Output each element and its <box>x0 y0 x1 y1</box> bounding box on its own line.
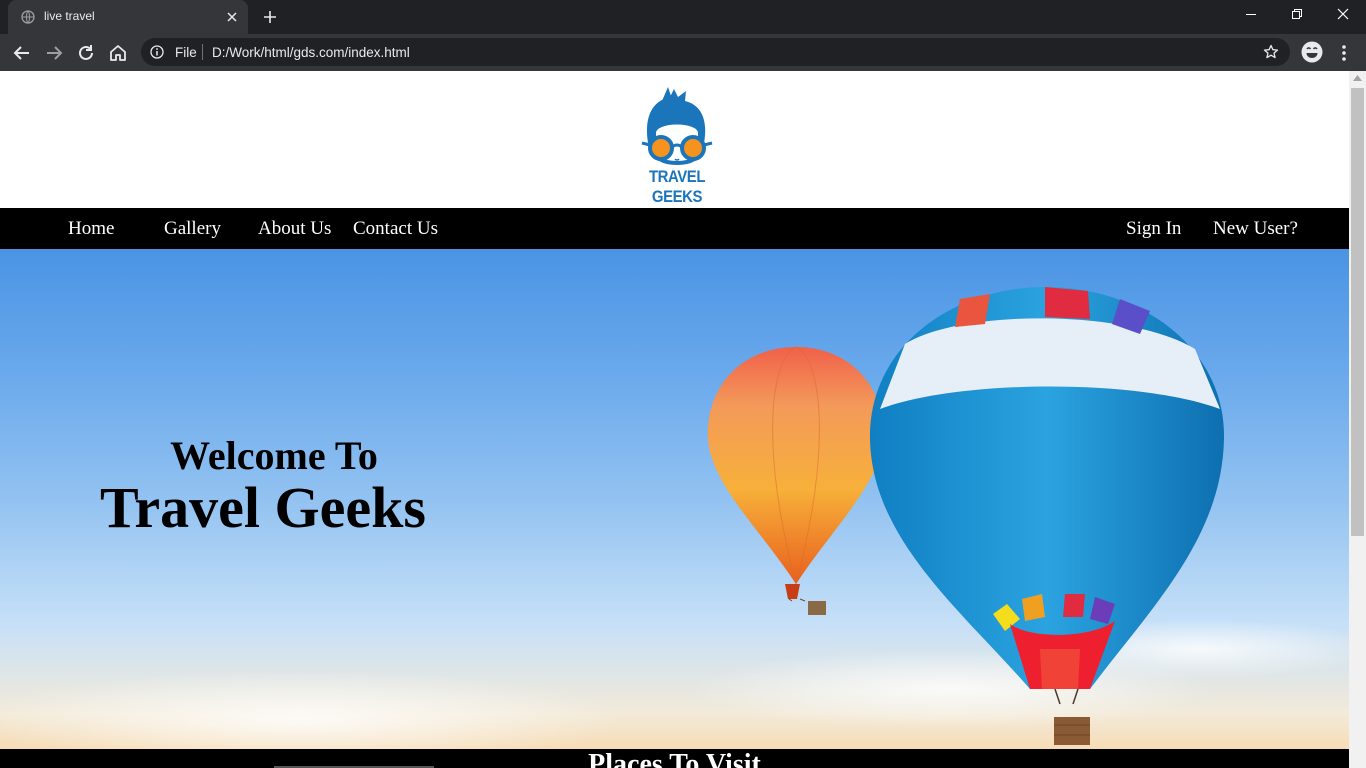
browser-menu-icon[interactable] <box>1337 43 1351 63</box>
info-icon[interactable] <box>150 45 164 59</box>
logo-text: TRAVEL GEEKS <box>648 167 706 206</box>
places-section-title: Places To Visit <box>588 749 761 768</box>
hero-welcome-text: Welcome To <box>170 433 378 478</box>
hero-banner: Welcome To Travel Geeks <box>0 249 1349 749</box>
site-header: TRAVEL GEEKS <box>0 71 1349 208</box>
new-tab-icon[interactable] <box>262 9 278 25</box>
nav-home[interactable]: Home <box>68 218 114 240</box>
nav-new-user[interactable]: New User? <box>1213 218 1298 240</box>
page-viewport: TRAVEL GEEKS Home Gallery About Us Conta… <box>0 71 1349 768</box>
window-minimize-button[interactable] <box>1228 0 1274 30</box>
url-separator <box>202 44 203 60</box>
page-scrollbar[interactable] <box>1349 71 1366 768</box>
browser-toolbar: File D:/Work/html/gds.com/index.html <box>0 34 1366 71</box>
home-icon[interactable] <box>108 43 128 63</box>
close-tab-icon[interactable] <box>225 10 239 24</box>
url-text[interactable]: D:/Work/html/gds.com/index.html <box>212 45 410 60</box>
nav-contact-us[interactable]: Contact Us <box>353 218 438 240</box>
browser-tab[interactable]: live travel <box>8 0 248 34</box>
address-bar[interactable]: File D:/Work/html/gds.com/index.html <box>141 38 1290 66</box>
window-close-button[interactable] <box>1320 0 1366 30</box>
scrollbar-thumb[interactable] <box>1351 88 1364 536</box>
bookmark-star-icon[interactable] <box>1263 44 1279 60</box>
nav-sign-in[interactable]: Sign In <box>1126 218 1181 240</box>
forward-arrow-icon[interactable] <box>44 43 64 63</box>
profile-avatar-icon[interactable] <box>1301 41 1323 63</box>
main-navigation: Home Gallery About Us Contact Us Sign In… <box>0 208 1349 249</box>
window-restore-button[interactable] <box>1274 0 1320 30</box>
nav-gallery[interactable]: Gallery <box>164 218 221 240</box>
back-arrow-icon[interactable] <box>12 43 32 63</box>
close-window-icon <box>1337 8 1349 20</box>
hero-title: Travel Geeks <box>100 475 426 540</box>
globe-icon <box>21 10 35 24</box>
site-logo[interactable]: TRAVEL GEEKS <box>622 87 732 206</box>
browser-titlebar: live travel <box>0 0 1366 34</box>
restore-icon <box>1292 9 1302 19</box>
tab-title: live travel <box>44 9 95 23</box>
url-scheme-label: File <box>175 45 197 60</box>
geek-face-logo-icon <box>641 87 713 166</box>
minimize-icon <box>1246 14 1256 15</box>
scroll-up-arrow-icon[interactable] <box>1353 75 1362 81</box>
reload-icon[interactable] <box>76 43 96 63</box>
nav-about-us[interactable]: About Us <box>258 218 331 240</box>
places-section-header: Places To Visit <box>0 749 1349 768</box>
